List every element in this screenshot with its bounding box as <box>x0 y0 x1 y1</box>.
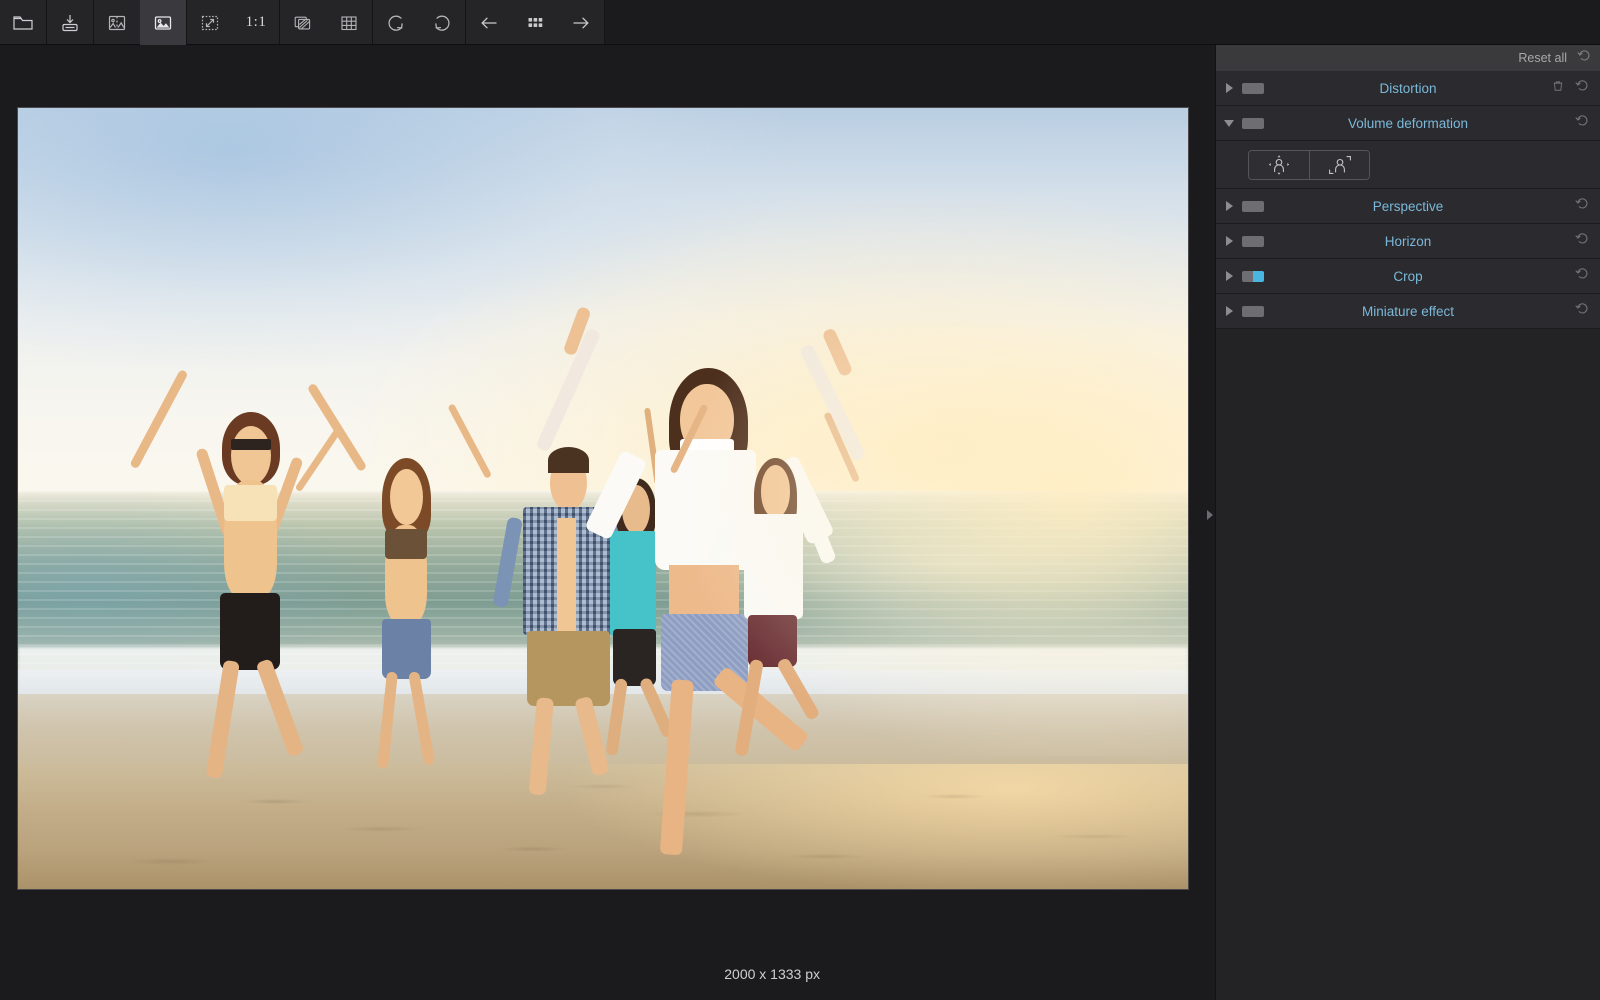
panel-header: Reset all <box>1216 45 1600 71</box>
toggle-volume-deformation[interactable] <box>1242 118 1264 129</box>
expand-arrow-distortion[interactable] <box>1216 83 1242 93</box>
photo-person-6 <box>708 413 872 788</box>
compare-split-view-button[interactable] <box>94 0 140 45</box>
reset-section-icon[interactable] <box>1575 301 1590 321</box>
toolbar-group-view <box>94 0 186 44</box>
reset-section-icon[interactable] <box>1575 113 1590 133</box>
toggle-perspective[interactable] <box>1242 201 1264 212</box>
trash-icon[interactable] <box>1551 79 1565 98</box>
reset-section-icon[interactable] <box>1575 196 1590 216</box>
expand-arrow-crop[interactable] <box>1216 271 1242 281</box>
volume-deformation-modes <box>1216 141 1600 189</box>
previous-image-button[interactable] <box>466 0 512 45</box>
reset-section-icon[interactable] <box>1575 78 1590 98</box>
toggle-miniature-effect[interactable] <box>1242 306 1264 317</box>
volume-deformation-mode-group <box>1248 150 1370 180</box>
zoom-one-to-one-label: 1:1 <box>246 14 267 31</box>
chevron-right-icon <box>1226 236 1233 246</box>
zoom-one-to-one-button[interactable]: 1:1 <box>233 0 279 45</box>
image-canvas-area[interactable]: 2000 x 1333 px <box>0 45 1212 1000</box>
section-row-horizon[interactable]: Horizon <box>1216 224 1600 259</box>
chevron-right-icon <box>1226 271 1233 281</box>
redo-button[interactable] <box>419 0 465 45</box>
reset-all-label[interactable]: Reset all <box>1518 51 1567 65</box>
section-actions-crop <box>1575 266 1600 286</box>
export-save-button[interactable] <box>47 0 93 45</box>
section-actions-distortion <box>1551 78 1600 98</box>
section-title-miniature-effect: Miniature effect <box>1216 304 1600 319</box>
chevron-down-icon <box>1224 120 1234 127</box>
expand-arrow-perspective[interactable] <box>1216 201 1242 211</box>
expand-arrow-miniature-effect[interactable] <box>1216 306 1242 316</box>
volume-deformation-omni-button[interactable] <box>1249 151 1309 179</box>
section-row-crop[interactable]: Crop <box>1216 259 1600 294</box>
panel-empty-area <box>1216 329 1600 944</box>
section-row-volume-deformation[interactable]: Volume deformation <box>1216 106 1600 141</box>
section-row-distortion[interactable]: Distortion <box>1216 71 1600 106</box>
toolbar-group-zoom: 1:1 <box>187 0 279 44</box>
thumbnail-browser-button[interactable] <box>512 0 558 45</box>
section-row-perspective[interactable]: Perspective <box>1216 189 1600 224</box>
chevron-right-icon <box>1226 306 1233 316</box>
section-title-distortion: Distortion <box>1216 81 1600 96</box>
grid-overlay-button[interactable] <box>326 0 372 45</box>
section-title-volume-deformation: Volume deformation <box>1216 116 1600 131</box>
reset-section-icon[interactable] <box>1575 266 1590 286</box>
section-actions-horizon <box>1575 231 1600 251</box>
toolbar-group-overlay <box>280 0 372 44</box>
reset-section-icon[interactable] <box>1575 231 1590 251</box>
application-window: 1:1 <box>0 0 1600 1000</box>
open-folder-button[interactable] <box>0 0 46 45</box>
toggle-distortion[interactable] <box>1242 83 1264 94</box>
photo-person-2 <box>346 420 510 795</box>
image-dimensions-label: 2000 x 1333 px <box>724 966 820 982</box>
toolbar-group-history <box>373 0 465 44</box>
next-image-button[interactable] <box>558 0 604 45</box>
undo-button[interactable] <box>373 0 419 45</box>
panel-collapse-handle[interactable] <box>1204 500 1216 530</box>
section-title-crop: Crop <box>1216 269 1600 284</box>
main-toolbar: 1:1 <box>0 0 1600 45</box>
toolbar-group-file <box>0 0 93 44</box>
expand-arrow-horizon[interactable] <box>1216 236 1242 246</box>
section-row-miniature-effect[interactable]: Miniature effect <box>1216 294 1600 329</box>
chevron-right-icon <box>1226 201 1233 211</box>
single-image-view-button[interactable] <box>140 0 186 45</box>
toolbar-group-navigation <box>466 0 604 44</box>
overlay-layers-button[interactable] <box>280 0 326 45</box>
beach-runners-photo <box>18 108 1188 889</box>
toolbar-empty-space <box>605 0 1600 44</box>
photo-frame[interactable] <box>17 107 1189 890</box>
section-title-horizon: Horizon <box>1216 234 1600 249</box>
section-actions-miniature-effect <box>1575 301 1600 321</box>
section-actions-perspective <box>1575 196 1600 216</box>
expand-arrow-volume-deformation[interactable] <box>1216 120 1242 127</box>
chevron-right-icon <box>1207 510 1213 520</box>
fit-to-screen-button[interactable] <box>187 0 233 45</box>
section-actions-volume-deformation <box>1575 113 1600 133</box>
toggle-crop[interactable] <box>1242 271 1264 282</box>
section-title-perspective: Perspective <box>1216 199 1600 214</box>
toggle-horizon[interactable] <box>1242 236 1264 247</box>
reset-all-icon[interactable] <box>1577 48 1592 68</box>
chevron-right-icon <box>1226 83 1233 93</box>
volume-deformation-corner-button[interactable] <box>1309 151 1369 179</box>
adjustments-panel: Reset all Distortion <box>1215 45 1600 1000</box>
